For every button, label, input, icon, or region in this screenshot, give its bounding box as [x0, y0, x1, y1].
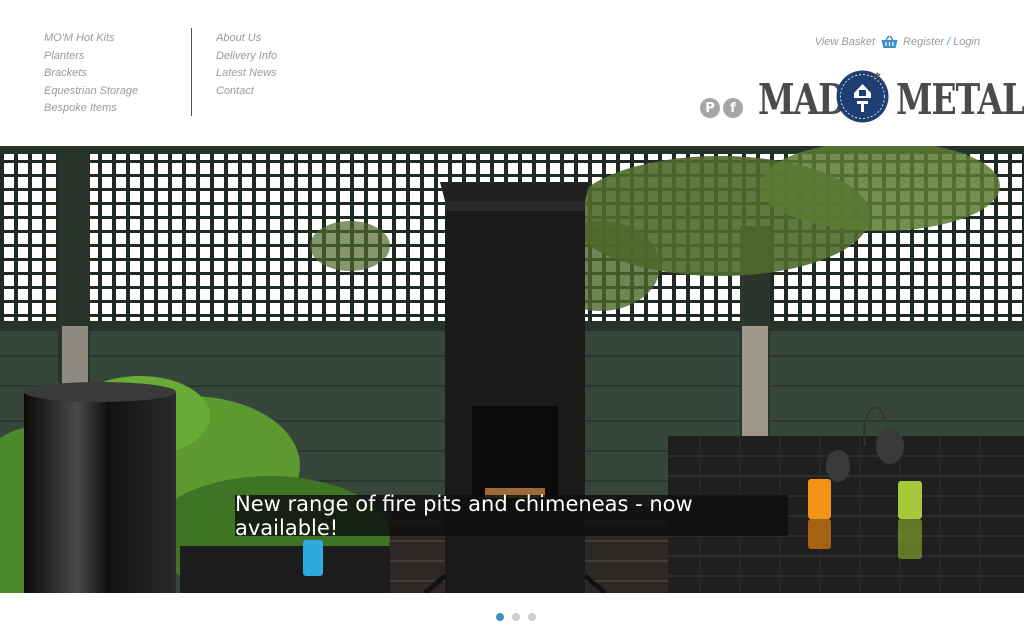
nav-item-latest-news[interactable]: Latest News — [216, 65, 277, 83]
site-header: MO'M Hot Kits Planters Brackets Equestri… — [0, 0, 1024, 146]
slider-pagination — [496, 613, 536, 621]
slider-dot-3[interactable] — [528, 613, 536, 621]
pinterest-icon[interactable]: P — [700, 98, 720, 118]
nav-item-contact[interactable]: Contact — [216, 83, 277, 101]
nav-item-hot-kits[interactable]: MO'M Hot Kits — [44, 30, 138, 48]
secondary-nav: About Us Delivery Info Latest News Conta… — [216, 30, 277, 100]
nav-item-equestrian-storage[interactable]: Equestrian Storage — [44, 83, 138, 101]
register-link[interactable]: Register — [903, 36, 944, 48]
slider-dot-2[interactable] — [512, 613, 520, 621]
nav-item-planters[interactable]: Planters — [44, 48, 138, 66]
view-basket-link[interactable]: View Basket — [815, 36, 875, 48]
nav-divider — [191, 28, 192, 116]
social-links: P f — [700, 98, 743, 118]
login-link[interactable]: Login — [953, 36, 980, 48]
primary-nav: MO'M Hot Kits Planters Brackets Equestri… — [44, 30, 138, 118]
site-logo[interactable]: MADE METAL — [758, 68, 1024, 126]
hero-caption: New range of fire pits and chimeneas - n… — [235, 492, 788, 540]
logo-word-metal: METAL — [896, 74, 1024, 125]
logo-badge-icon — [836, 70, 889, 123]
facebook-icon[interactable]: f — [723, 98, 743, 118]
account-links: View Basket Register / Login — [815, 35, 980, 49]
account-separator: / — [947, 36, 951, 48]
nav-item-bespoke-items[interactable]: Bespoke Items — [44, 100, 138, 118]
nav-item-about-us[interactable]: About Us — [216, 30, 277, 48]
basket-icon[interactable] — [881, 35, 898, 49]
nav-item-delivery-info[interactable]: Delivery Info — [216, 48, 277, 66]
hero-slider[interactable]: New range of fire pits and chimeneas - n… — [0, 146, 1024, 593]
nav-item-brackets[interactable]: Brackets — [44, 65, 138, 83]
slider-dot-1[interactable] — [496, 613, 504, 621]
